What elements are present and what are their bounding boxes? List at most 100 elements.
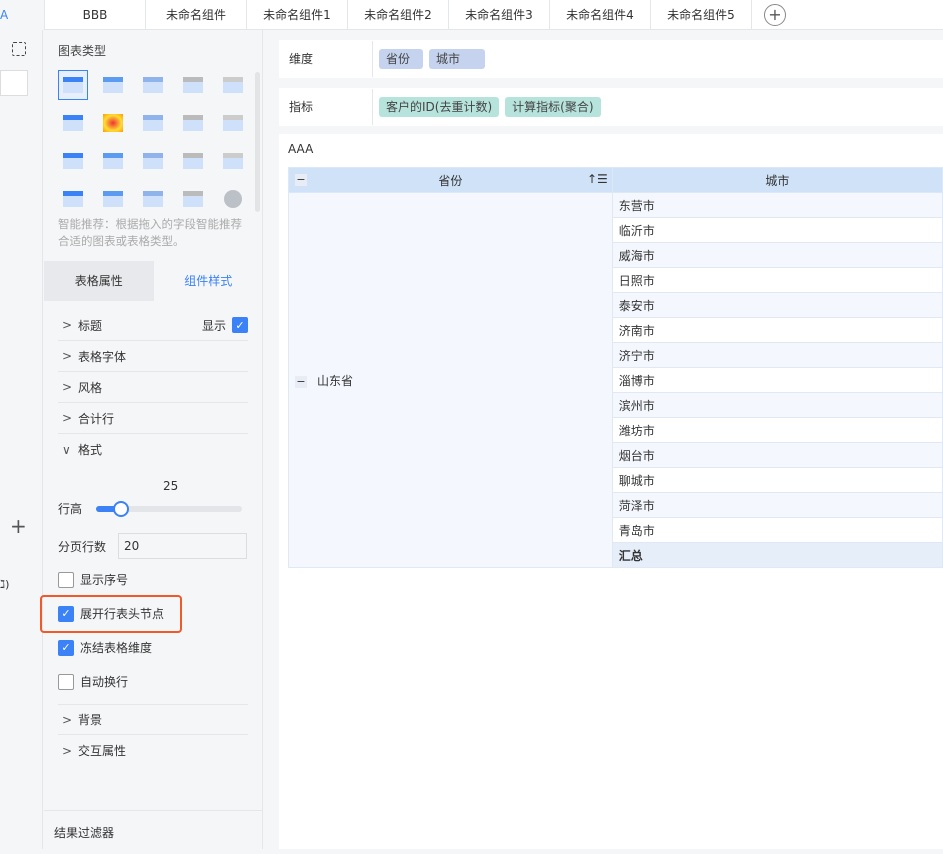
dimension-pill[interactable]: 省份 xyxy=(379,49,423,69)
section-style[interactable]: > 风格 xyxy=(58,372,248,403)
section-label: 标题 xyxy=(78,318,103,333)
section-title[interactable]: > 标题 显示 ✓ xyxy=(58,310,248,341)
radar-icon[interactable] xyxy=(218,146,248,176)
switch-icon[interactable] xyxy=(12,42,26,56)
tab-bbb[interactable]: BBB xyxy=(45,0,146,30)
dot-table-icon[interactable] xyxy=(58,108,88,138)
search-input[interactable] xyxy=(0,70,28,96)
section-background[interactable]: > 背景 xyxy=(58,704,248,735)
result-filter[interactable]: 结果过滤器 xyxy=(44,810,263,854)
tab-bar: A BBB 未命名组件 未命名组件1 未命名组件2 未命名组件3 未命名组件4 … xyxy=(0,0,943,30)
chevron-down-icon: ∨ xyxy=(62,442,71,457)
section-font[interactable]: > 表格字体 xyxy=(58,341,248,372)
sort-icon[interactable]: ↑☰ xyxy=(587,172,608,186)
cut-text: ℷ) xyxy=(0,578,10,591)
city-cell: 泰安市 xyxy=(611,292,943,318)
city-cell: 聊城市 xyxy=(611,467,943,493)
kpi-number-icon[interactable] xyxy=(178,70,208,100)
header-label: 城市 xyxy=(765,173,790,188)
table-title: AAA xyxy=(288,142,314,156)
total-cell: 汇总 xyxy=(611,542,943,568)
group-table-icon[interactable] xyxy=(98,70,128,100)
header-label: 省份 xyxy=(438,173,463,188)
row-height-slider[interactable] xyxy=(96,500,243,517)
chevron-right-icon: > xyxy=(62,411,73,425)
header-city[interactable]: 城市 xyxy=(611,167,943,193)
line-icon[interactable] xyxy=(178,146,208,176)
city-cell: 东营市 xyxy=(611,192,943,218)
section-format[interactable]: ∨ 格式 xyxy=(58,434,248,465)
add-tab-button[interactable]: + xyxy=(764,4,786,26)
header-province[interactable]: − 省份 ↑☰ xyxy=(288,167,613,193)
page-rows-label: 分页行数 xyxy=(58,539,107,554)
tab-component-3[interactable]: 未命名组件3 xyxy=(449,0,550,30)
measure-bar: 指标 客户的ID(去重计数) 计算指标(聚合) xyxy=(279,88,943,126)
multi-line-icon[interactable] xyxy=(138,146,168,176)
bubble-icon[interactable] xyxy=(178,184,208,214)
city-cell: 威海市 xyxy=(611,242,943,268)
dimension-pill[interactable]: 城市 xyxy=(429,49,485,69)
heatmap-icon[interactable] xyxy=(98,108,128,138)
city-cell: 潍坊市 xyxy=(611,417,943,443)
tab-component-4[interactable]: 未命名组件4 xyxy=(550,0,651,30)
measure-pill[interactable]: 计算指标(聚合) xyxy=(505,97,601,117)
tab-component-5[interactable]: 未命名组件5 xyxy=(651,0,752,30)
highlight-box xyxy=(40,595,182,633)
page-rows-input[interactable]: 20 xyxy=(118,533,248,559)
pie-icon[interactable] xyxy=(218,184,248,214)
checkbox-label: 自动换行 xyxy=(80,675,129,689)
show-title-checkbox[interactable]: ✓ xyxy=(232,317,248,333)
add-icon[interactable]: + xyxy=(10,514,27,538)
checkbox[interactable] xyxy=(58,673,74,690)
cross-table: − 省份 ↑☰ 城市 − 山东省 东营市 临沂市 威海市 日照市 泰安市 济南市 济宁市 淄博市 滨州市… xyxy=(288,167,943,568)
stacked-bar-icon[interactable] xyxy=(178,108,208,138)
checkbox-freeze-dims[interactable]: ✓ 冻结表格维度 xyxy=(58,639,152,656)
tab-component-2[interactable]: 未命名组件2 xyxy=(348,0,449,30)
detail-table-icon[interactable] xyxy=(138,70,168,100)
cross-table-icon[interactable] xyxy=(58,70,88,100)
multi-bar-icon[interactable] xyxy=(138,108,168,138)
chevron-right-icon: > xyxy=(62,380,73,394)
area-icon[interactable] xyxy=(58,184,88,214)
kpi-list-icon[interactable] xyxy=(218,70,248,100)
combo-icon[interactable] xyxy=(98,184,128,214)
collapse-icon[interactable]: − xyxy=(295,174,307,186)
row-height-value: 25 xyxy=(163,479,179,493)
tab-component-1[interactable]: 未命名组件1 xyxy=(247,0,348,30)
tab-component-style[interactable]: 组件样式 xyxy=(154,261,264,301)
dimension-bar: 维度 省份 城市 xyxy=(279,40,943,78)
checkbox-show-index[interactable]: 显示序号 xyxy=(58,571,128,588)
province-label: 山东省 xyxy=(317,373,354,388)
city-cell: 济南市 xyxy=(611,317,943,343)
province-cell: − 山东省 xyxy=(288,192,613,568)
section-total[interactable]: > 合计行 xyxy=(58,403,248,434)
hint-text: 智能推荐：根据拖入的字段智能推荐合适的图表或表格类型。 xyxy=(58,217,242,248)
show-label: 显示 xyxy=(201,318,226,333)
city-cell: 烟台市 xyxy=(611,442,943,468)
city-cell: 滨州市 xyxy=(611,392,943,418)
slider-handle[interactable] xyxy=(112,500,129,517)
tab-table-props[interactable]: 表格属性 xyxy=(44,261,154,301)
section-interaction[interactable]: > 交互属性 xyxy=(58,735,248,766)
table-row: − 山东省 东营市 xyxy=(288,192,943,568)
scatter-icon[interactable] xyxy=(138,184,168,214)
city-cell: 淄博市 xyxy=(611,367,943,393)
checkbox[interactable] xyxy=(58,571,74,588)
left-strip: + ℷ) xyxy=(0,30,43,849)
city-cell: 济宁市 xyxy=(611,342,943,368)
checkbox-label: 冻结表格维度 xyxy=(80,641,153,655)
funnel-icon[interactable] xyxy=(58,146,88,176)
collapse-icon[interactable]: − xyxy=(295,375,307,388)
measure-pill[interactable]: 客户的ID(去重计数) xyxy=(379,97,500,117)
checkbox-auto-wrap[interactable]: 自动换行 xyxy=(58,673,128,690)
chart-type-grid xyxy=(58,70,258,222)
tab-a[interactable]: A xyxy=(0,0,45,30)
city-cell: 临沂市 xyxy=(611,217,943,243)
chevron-right-icon: > xyxy=(62,349,73,363)
tab-component[interactable]: 未命名组件 xyxy=(146,0,247,30)
checkbox[interactable]: ✓ xyxy=(58,639,74,656)
scrollbar[interactable] xyxy=(255,72,260,212)
measure-label: 指标 xyxy=(279,89,373,125)
grouped-bar-icon[interactable] xyxy=(218,108,248,138)
waterfall-icon[interactable] xyxy=(98,146,128,176)
